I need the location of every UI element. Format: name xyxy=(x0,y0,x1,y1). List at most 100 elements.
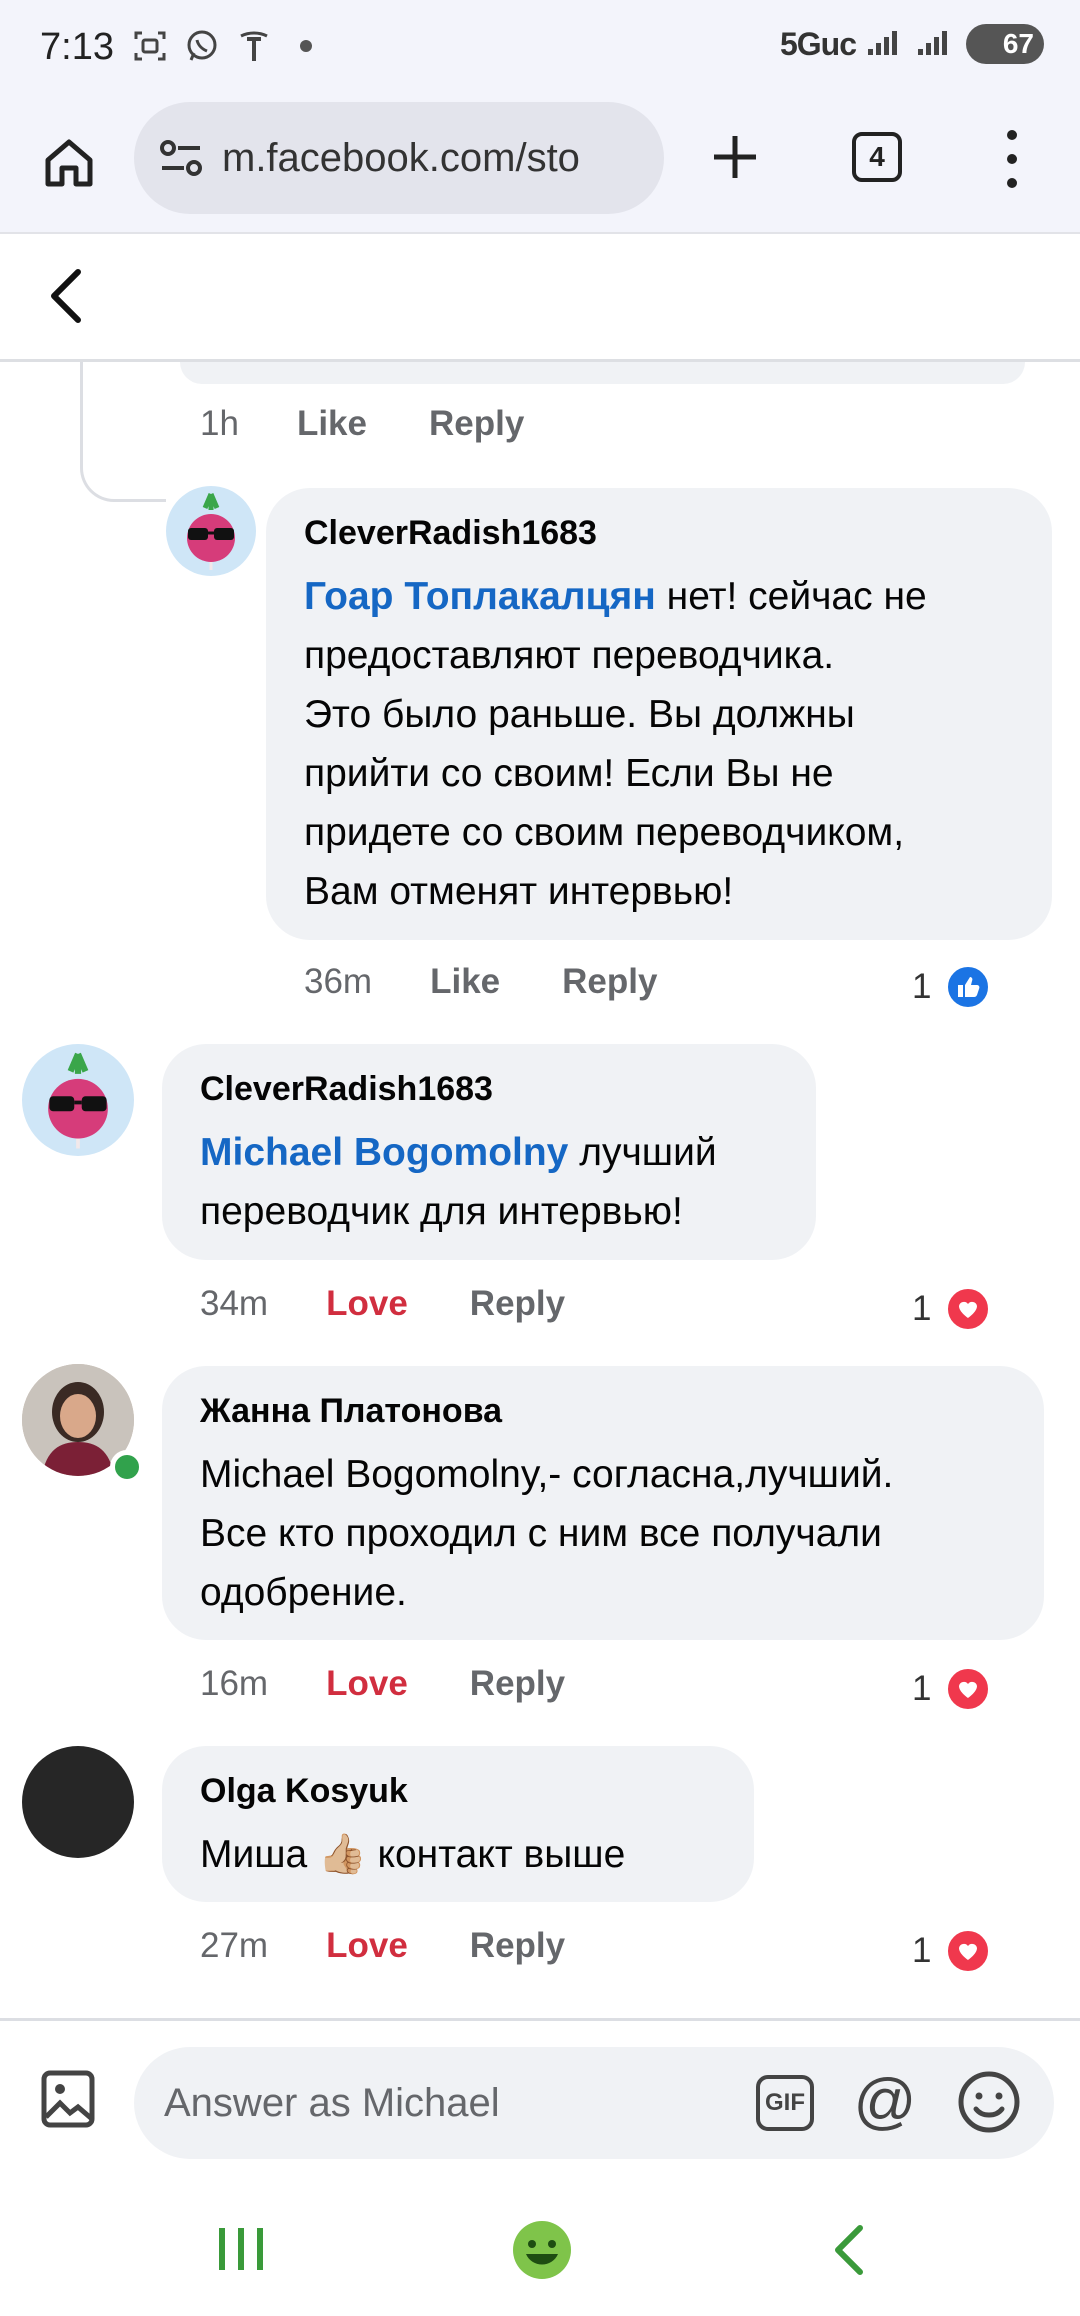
browser-toolbar: m.facebook.com/sto 4 xyxy=(0,96,1080,234)
reaction-summary[interactable]: 1 xyxy=(912,1666,992,1712)
menu-dot xyxy=(1007,130,1017,140)
avatar[interactable] xyxy=(22,1044,134,1156)
reply-button[interactable]: Reply xyxy=(470,1926,565,1966)
comment-composer: Answer as Michael GIF @ xyxy=(0,2018,1080,2186)
comment-text-line: лучший xyxy=(568,1131,717,1174)
love-button[interactable]: Love xyxy=(326,1926,408,1966)
tab-count: 4 xyxy=(869,141,885,172)
comment-bubble[interactable]: CleverRadish1683 Michael Bogomolny лучши… xyxy=(162,1044,816,1260)
back-button[interactable] xyxy=(44,266,94,326)
love-button[interactable]: Love xyxy=(326,1284,408,1324)
site-settings-icon xyxy=(160,140,202,176)
radish-avatar-icon xyxy=(187,493,235,570)
comment-bubble[interactable]: CleverRadish1683 Гоар Топлакалцян нет! с… xyxy=(266,488,1052,940)
reply-button[interactable]: Reply xyxy=(562,962,657,1002)
comment-author[interactable]: CleverRadish1683 xyxy=(304,514,1014,553)
system-nav-bar xyxy=(0,2186,1080,2316)
comment-time: 1h xyxy=(200,404,239,443)
address-bar[interactable]: m.facebook.com/sto xyxy=(134,102,664,214)
comment-input[interactable]: Answer as Michael GIF @ xyxy=(134,2047,1054,2159)
love-reaction-icon xyxy=(945,1928,992,1974)
smiley-icon xyxy=(958,2071,1020,2133)
comment-time: 36m xyxy=(304,962,373,1001)
love-button[interactable]: Love xyxy=(326,1664,408,1704)
comment-text-line: Michael Bogomolny,- согласна,лучший. xyxy=(200,1453,894,1496)
chevron-left-icon xyxy=(51,269,81,323)
comment-meta: 36m Like Reply xyxy=(304,962,719,1002)
signal-icon xyxy=(866,27,906,62)
thumbs-up-emoji: 👍🏼 xyxy=(318,1833,367,1876)
comment-author[interactable]: CleverRadish1683 xyxy=(200,1070,778,1109)
status-bar: 7:13 5Guc 67 xyxy=(0,0,1080,96)
comment-text: Michael Bogomolny,- согласна,лучший. Все … xyxy=(200,1445,1006,1622)
like-button[interactable]: Like xyxy=(430,962,500,1002)
emoji-button[interactable] xyxy=(956,2069,1022,2135)
comment-meta: 27m Love Reply xyxy=(200,1926,627,1966)
smiley-home-icon xyxy=(513,2221,571,2279)
reply-button[interactable]: Reply xyxy=(470,1664,565,1704)
like-button[interactable]: Like xyxy=(297,404,367,444)
reaction-summary[interactable]: 1 xyxy=(912,964,992,1010)
comment-text-line: переводчик для интервью! xyxy=(200,1190,683,1233)
back-nav-button[interactable] xyxy=(826,2220,870,2280)
page-header xyxy=(0,236,1080,362)
browser-menu-button[interactable] xyxy=(994,126,1030,192)
comment-text-line: Это было раньше. Вы должны xyxy=(304,693,855,736)
new-tab-button[interactable] xyxy=(700,122,770,192)
comment-text: Гоар Топлакалцян нет! сейчас не предостав… xyxy=(304,567,1014,921)
comment-text: Миша 👍🏼 контакт выше xyxy=(200,1825,716,1884)
mention-link[interactable]: Michael Bogomolny xyxy=(200,1131,568,1174)
comment-bubble[interactable]: Olga Kosyuk Миша 👍🏼 контакт выше xyxy=(162,1746,754,1902)
avatar[interactable] xyxy=(22,1746,134,1858)
reaction-count: 1 xyxy=(912,1289,932,1328)
url-text: m.facebook.com/sto xyxy=(222,135,580,180)
mention-link[interactable]: Гоар Топлакалцян xyxy=(304,575,656,618)
comment-text-line: одобрение. xyxy=(200,1571,407,1614)
menu-dot xyxy=(1007,154,1017,164)
network-type: 5Guc xyxy=(779,25,857,62)
reaction-summary[interactable]: 1 xyxy=(912,1928,992,1974)
comment-author[interactable]: Olga Kosyuk xyxy=(200,1772,716,1811)
online-status-dot xyxy=(110,1450,144,1484)
screenshot-icon xyxy=(132,28,168,64)
reply-button[interactable]: Reply xyxy=(429,404,524,444)
comment-time: 34m xyxy=(200,1284,269,1323)
tesla-icon xyxy=(236,28,272,64)
reaction-summary[interactable]: 1 xyxy=(912,1286,992,1332)
home-button[interactable] xyxy=(34,128,104,198)
status-right: 5Guc 67 xyxy=(780,24,1044,64)
like-reaction-icon xyxy=(945,964,992,1010)
comment-text-line: придете со своим переводчиком, xyxy=(304,811,905,854)
comment-time: 16m xyxy=(200,1664,269,1703)
comment-text-part: Миша xyxy=(200,1833,319,1876)
tab-switcher-button[interactable]: 4 xyxy=(852,132,902,182)
love-reaction-icon xyxy=(945,1666,992,1712)
comment-meta-parent: 1h Like Reply xyxy=(200,404,586,444)
battery-level: 67 xyxy=(1002,28,1034,59)
chevron-left-icon xyxy=(835,2225,863,2275)
comment-text-line: нет! сейчас не xyxy=(655,575,927,618)
comment-input-placeholder: Answer as Michael xyxy=(164,2080,500,2125)
gif-button[interactable]: GIF xyxy=(756,2075,814,2131)
reaction-count: 1 xyxy=(912,967,932,1006)
comment-bubble[interactable]: Жанна Платонова Michael Bogomolny,- согл… xyxy=(162,1366,1044,1640)
reaction-count: 1 xyxy=(912,1931,932,1970)
battery-indicator: 67 xyxy=(966,24,1044,64)
home-nav-button[interactable] xyxy=(510,2218,574,2282)
comment-text-line: Все кто проходил с ним все получали xyxy=(200,1512,882,1555)
reaction-count: 1 xyxy=(912,1669,932,1708)
comment-meta: 16m Love Reply xyxy=(200,1664,627,1704)
add-photo-button[interactable] xyxy=(40,2069,96,2129)
whatsapp-icon xyxy=(184,28,220,64)
love-reaction-icon xyxy=(945,1286,992,1332)
signal-icon-2 xyxy=(916,27,956,62)
recents-button[interactable] xyxy=(214,2222,268,2276)
home-icon xyxy=(45,139,93,187)
comment-author[interactable]: Жанна Платонова xyxy=(200,1392,1006,1431)
avatar[interactable] xyxy=(166,486,256,576)
reply-button[interactable]: Reply xyxy=(470,1284,565,1324)
plus-icon xyxy=(714,136,756,178)
comment-text-line: прийти со своим! Если Вы не xyxy=(304,752,834,795)
mention-button[interactable]: @ xyxy=(852,2069,918,2135)
comment-text-line: предоставляют переводчика. xyxy=(304,634,835,677)
